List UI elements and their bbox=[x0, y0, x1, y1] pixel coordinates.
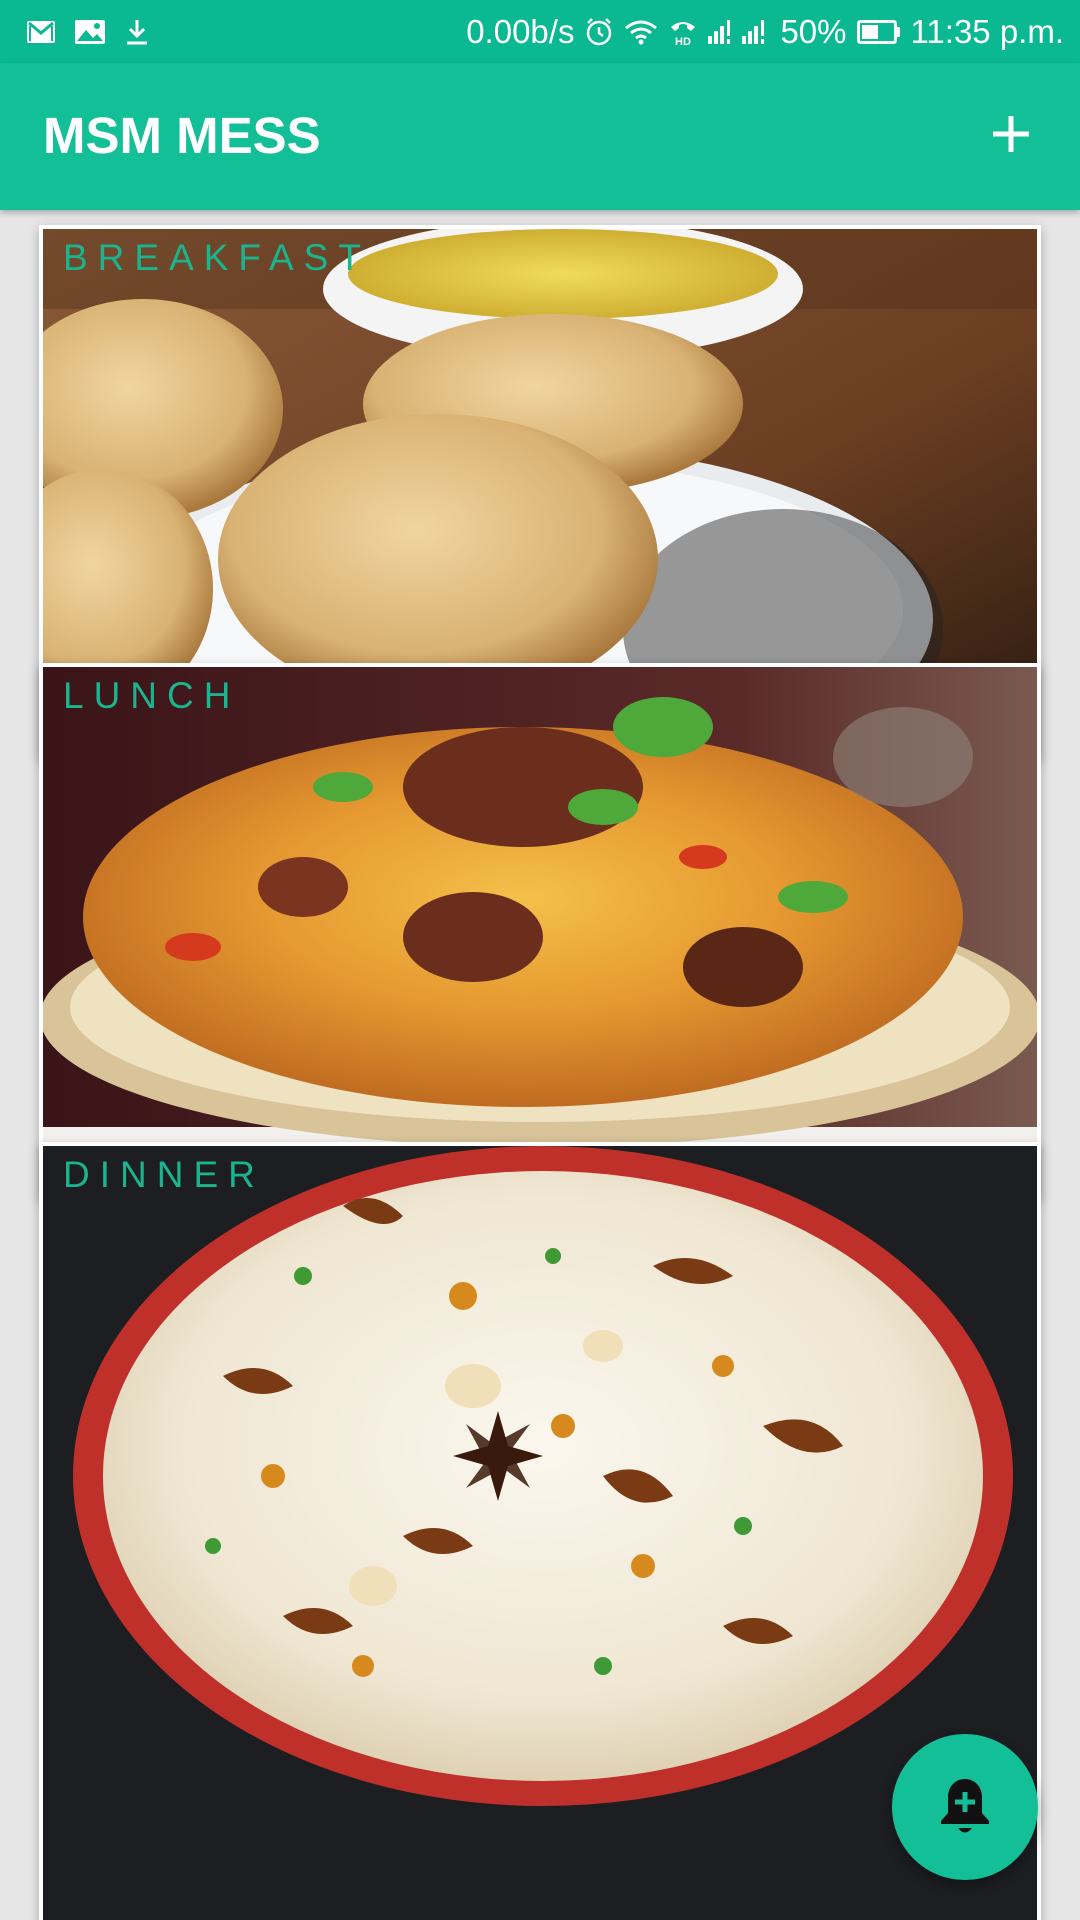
wifi-icon bbox=[624, 19, 658, 45]
svg-text:HD: HD bbox=[676, 36, 692, 47]
status-bar-left bbox=[26, 18, 168, 46]
lunch-image: LUNCH bbox=[43, 667, 1037, 1195]
clock: 11:35 p.m. bbox=[910, 12, 1064, 50]
app-bar: MSM MESS bbox=[0, 63, 1080, 210]
download-icon bbox=[124, 18, 150, 46]
status-bar: 0.00b/s HD 50% 11:35 p.m. bbox=[0, 0, 1080, 63]
breakfast-label: BREAKFAST bbox=[63, 237, 371, 278]
status-bar-right: 0.00b/s HD 50% 11:35 p.m. bbox=[456, 13, 1064, 51]
dinner-image: DINNER bbox=[43, 1146, 1037, 1920]
lunch-card[interactable]: LUNCH bbox=[39, 663, 1041, 1199]
meal-list: BREAKFAST LUNCH DINNER bbox=[0, 210, 1080, 1920]
add-alert-bell-icon bbox=[941, 1779, 989, 1833]
gallery-icon bbox=[74, 19, 106, 45]
battery-icon bbox=[856, 19, 901, 44]
add-alert-button[interactable] bbox=[892, 1734, 1038, 1880]
battery-percent: 50% bbox=[780, 12, 847, 50]
alarm-icon bbox=[584, 17, 614, 47]
network-speed: 0.00b/s bbox=[466, 12, 575, 50]
plus-icon bbox=[993, 116, 1029, 152]
lunch-label: LUNCH bbox=[63, 675, 241, 716]
hd-call-icon: HD bbox=[668, 17, 698, 47]
app-title: MSM MESS bbox=[43, 107, 321, 164]
signal-icon bbox=[708, 18, 770, 46]
gmail-icon bbox=[26, 20, 56, 44]
add-button[interactable] bbox=[980, 103, 1042, 165]
dinner-label: DINNER bbox=[63, 1154, 265, 1195]
dinner-card[interactable]: DINNER bbox=[39, 1142, 1041, 1920]
